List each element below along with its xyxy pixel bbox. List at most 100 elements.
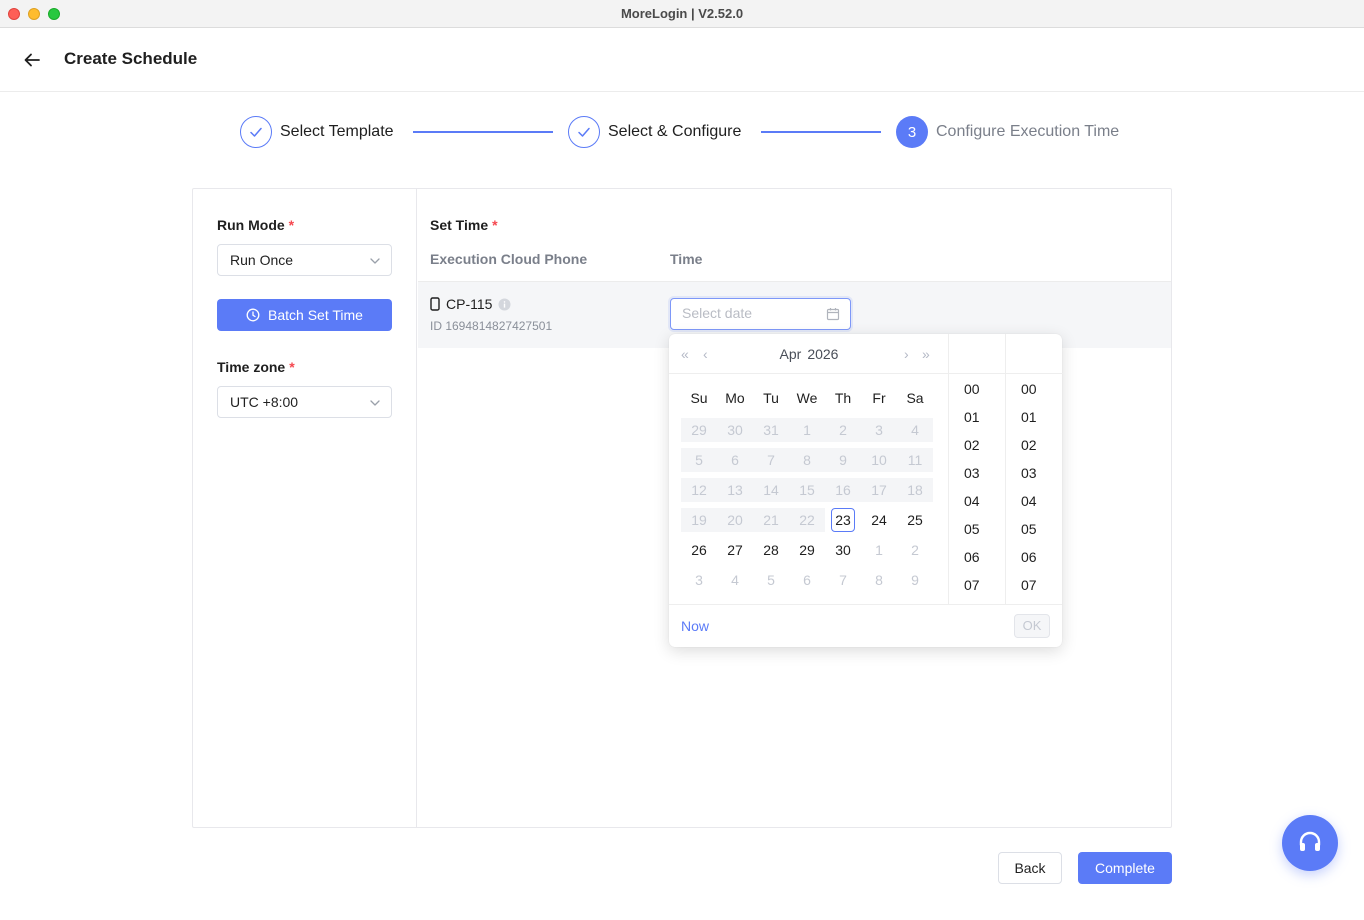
calendar-day-next-month[interactable]: 5	[753, 568, 789, 592]
chevron-down-icon	[370, 400, 380, 406]
calendar-day-next-month[interactable]: 7	[825, 568, 861, 592]
required-mark: *	[289, 359, 295, 375]
calendar-day: 11	[907, 452, 923, 468]
hour-option[interactable]: 02	[949, 431, 1005, 459]
timezone-select[interactable]: UTC +8:00	[217, 386, 392, 418]
minute-option[interactable]: 04	[1006, 487, 1063, 515]
weekday: Th	[834, 390, 852, 406]
calendar-day[interactable]: 29	[789, 538, 825, 562]
calendar-day: 18	[907, 482, 923, 498]
hour-option[interactable]: 01	[949, 403, 1005, 431]
month-label[interactable]: Apr	[780, 346, 802, 362]
support-button[interactable]	[1282, 815, 1338, 871]
calendar-day[interactable]: 25	[897, 508, 933, 532]
calendar-day: 6	[731, 452, 739, 468]
set-time-label: Set Time *	[430, 217, 498, 233]
calendar-week: 5 6 7 8 9 10 11	[681, 448, 933, 472]
calendar-day: 22	[789, 508, 825, 532]
step-label: Configure Execution Time	[936, 123, 1120, 140]
picker-footer: Now OK	[669, 604, 1062, 647]
calendar-day[interactable]: 30	[825, 538, 861, 562]
back-arrow-icon[interactable]	[22, 50, 42, 70]
hour-column[interactable]: 00 01 02 03 04 05 06 07	[949, 334, 1006, 604]
year-label[interactable]: 2026	[807, 346, 838, 362]
calendar-day[interactable]: 27	[717, 538, 753, 562]
calendar-day: 20	[717, 508, 753, 532]
run-mode-select[interactable]: Run Once	[217, 244, 392, 276]
minute-option[interactable]: 07	[1006, 571, 1063, 599]
hour-option[interactable]: 06	[949, 543, 1005, 571]
calendar-day-next-month[interactable]: 2	[897, 538, 933, 562]
calendar-day: 2	[839, 422, 847, 438]
step-done-circle	[568, 116, 600, 148]
minute-option[interactable]: 06	[1006, 543, 1063, 571]
hour-option[interactable]: 05	[949, 515, 1005, 543]
hour-option[interactable]: 04	[949, 487, 1005, 515]
next-year-icon[interactable]: »	[922, 346, 930, 362]
calendar-day[interactable]: 24	[861, 508, 897, 532]
step-done-circle	[240, 116, 272, 148]
calendar-day: 21	[753, 508, 789, 532]
batch-set-time-label: Batch Set Time	[268, 307, 363, 323]
minute-option[interactable]: 05	[1006, 515, 1063, 543]
calendar-day: 9	[839, 452, 847, 468]
calendar-day-today[interactable]: 23	[825, 508, 861, 532]
calendar-day-next-month[interactable]: 3	[681, 568, 717, 592]
calendar-day: 15	[799, 482, 815, 498]
info-icon[interactable]	[498, 298, 511, 311]
calendar-day-next-month[interactable]: 1	[861, 538, 897, 562]
calendar-panel: « ‹ Apr 2026 › » Su Mo Tu We Th Fr Sa 29 …	[669, 334, 949, 604]
minute-option[interactable]: 03	[1006, 459, 1063, 487]
minute-option[interactable]: 02	[1006, 431, 1063, 459]
now-link[interactable]: Now	[681, 618, 709, 634]
weekday: Su	[690, 390, 708, 406]
hour-option[interactable]: 07	[949, 571, 1005, 599]
calendar-week: 3 4 5 6 7 8 9	[681, 568, 933, 592]
calendar-day: 14	[763, 482, 779, 498]
phone-icon	[430, 297, 440, 311]
run-mode-label: Run Mode *	[217, 217, 295, 233]
minute-option[interactable]: 00	[1006, 375, 1063, 403]
calendar-day: 16	[835, 482, 851, 498]
calendar-day-next-month[interactable]: 4	[717, 568, 753, 592]
calendar-header: « ‹ Apr 2026 › »	[669, 334, 949, 374]
calendar-day: 13	[727, 482, 743, 498]
calendar-day: 31	[763, 422, 779, 438]
check-icon	[578, 127, 590, 137]
step-connector	[413, 131, 553, 133]
calendar-day: 17	[871, 482, 887, 498]
calendar-day-next-month[interactable]: 9	[897, 568, 933, 592]
ok-button[interactable]: OK	[1014, 614, 1050, 638]
back-button[interactable]: Back	[998, 852, 1062, 884]
step-label: Select Template	[280, 123, 394, 140]
calendar-day[interactable]: 26	[681, 538, 717, 562]
date-input[interactable]: Select date	[670, 298, 851, 330]
batch-set-time-button[interactable]: Batch Set Time	[217, 299, 392, 331]
step-number-circle: 3	[896, 116, 928, 148]
run-mode-value: Run Once	[230, 252, 294, 268]
weekday: We	[796, 390, 818, 406]
minute-column[interactable]: 00 01 02 03 04 05 06 07	[1006, 334, 1063, 604]
weekday: Fr	[872, 390, 886, 406]
minute-option[interactable]: 01	[1006, 403, 1063, 431]
weekday: Tu	[763, 390, 779, 406]
weekday-header: Su Mo Tu We Th Fr Sa	[681, 390, 933, 406]
calendar-day: 5	[695, 452, 703, 468]
step-select-template: Select Template	[240, 116, 394, 148]
step-connector	[761, 131, 881, 133]
next-month-icon[interactable]: ›	[904, 346, 909, 362]
calendar-week: 19 20 21 22 23 24 25	[681, 508, 933, 532]
calendar-day: 29	[691, 422, 707, 438]
calendar-day: 10	[871, 452, 887, 468]
step-select-configure: Select & Configure	[568, 116, 741, 148]
calendar-day-next-month[interactable]: 8	[861, 568, 897, 592]
calendar-day-next-month[interactable]: 6	[789, 568, 825, 592]
date-placeholder: Select date	[682, 305, 753, 321]
complete-button[interactable]: Complete	[1078, 852, 1172, 884]
calendar-day[interactable]: 28	[753, 538, 789, 562]
hour-option[interactable]: 03	[949, 459, 1005, 487]
hour-option[interactable]: 00	[949, 375, 1005, 403]
settings-pane: Run Mode * Run Once Batch Set Time Time z…	[193, 189, 417, 827]
weekday: Sa	[906, 390, 924, 406]
calendar-day: 19	[681, 508, 717, 532]
